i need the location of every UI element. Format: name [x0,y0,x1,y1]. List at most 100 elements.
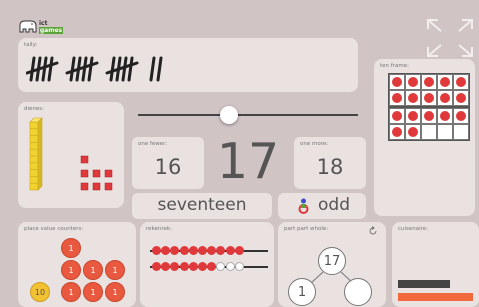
counter-dot [392,93,402,103]
ten-frame-cell [421,108,437,124]
rekenrek-bead[interactable] [170,262,180,271]
unit-cubes [80,155,113,191]
ten-frame-1 [388,73,470,107]
rekenrek-bead[interactable] [207,262,217,271]
rekenrek-bead[interactable] [179,262,189,271]
rekenrek-bead[interactable] [216,246,226,255]
fullscreen-icon[interactable] [425,17,475,59]
ten-frame-cell [453,90,469,106]
cuisenaire-rod-seven[interactable] [398,280,450,288]
counter-dot [456,77,466,87]
counter-dot [440,93,450,103]
ten-frame-cell [421,124,437,140]
rekenrek-bead[interactable] [234,262,244,271]
cuisenaire-label: cuisenaire: [398,226,429,232]
one-fewer-label: one fewer: [138,141,168,147]
counter-dot [424,77,434,87]
number-word: seventeen [157,195,247,215]
ten-frame-cell [421,74,437,90]
rekenrek-bead[interactable] [198,246,207,255]
one-more-panel: one more: 18 [294,137,366,189]
ten-frame-cell [437,90,453,106]
ones-counter[interactable]: 1 [83,260,103,280]
ones-counter[interactable]: 1 [61,238,81,258]
counter-dot [408,111,418,121]
number-word-panel: seventeen [132,193,272,219]
part-a-circle[interactable]: 1 [288,278,316,306]
rekenrek-bead[interactable] [161,246,171,255]
rekenrek-bead[interactable] [188,246,198,255]
odd-even-figure-icon [298,198,309,214]
one-fewer-value: 16 [154,155,182,179]
counter-dot [424,93,434,103]
whole-circle[interactable]: 17 [318,247,346,275]
ones-counter[interactable]: 1 [105,282,125,302]
tens-counter[interactable]: 10 [30,282,50,302]
elephant-logo-icon [19,20,37,33]
counter-dot [392,127,402,137]
rekenrek-bead[interactable] [225,262,235,271]
place-value-counters-panel: place value counters: 1 1 1 1 1 1 1 10 [18,222,136,307]
counter-dot [408,93,418,103]
ones-counter[interactable]: 1 [61,260,81,280]
ones-counter[interactable]: 1 [61,282,81,302]
rekenrek-bead[interactable] [161,262,171,271]
part-part-whole-panel: part part whole: 17 1 [278,222,386,307]
ten-frame-cell [453,108,469,124]
ten-rod [29,117,43,191]
counter-dot [408,77,418,87]
rekenrek-bead[interactable] [198,262,207,271]
counter-dot [456,93,466,103]
rekenrek-bead[interactable] [207,246,217,255]
current-number: 17 [216,133,280,190]
rekenrek-bead[interactable] [225,246,235,255]
rekenrek-label: rekenrek: [146,226,172,232]
rekenrek-bead[interactable] [152,246,161,255]
counter-dot [392,77,402,87]
ten-frame-cell [437,124,453,140]
dienes-panel: dienes: [18,102,124,208]
ten-frame-cell [437,74,453,90]
logo-text-top: ict [39,20,48,27]
ten-frame-cell [437,108,453,124]
rekenrek-bead[interactable] [152,262,161,271]
ictgames-logo[interactable]: ict games [18,20,64,34]
ten-frame-panel: ten frame: [374,59,475,216]
ten-frame-cell [405,90,421,106]
rekenrek-panel: rekenrek: [140,222,274,307]
cuisenaire-panel: cuisenaire: [392,222,479,307]
part-b-circle[interactable] [344,278,372,306]
ten-frame-cell [389,124,405,140]
ten-frame-cell [389,108,405,124]
rekenrek-bead[interactable] [216,262,226,271]
dienes-blocks [29,117,113,191]
ten-frame-cell [405,108,421,124]
counter-dot [440,111,450,121]
ten-frame-cell [405,74,421,90]
counter-dot [408,127,418,137]
logo-text-bottom: games [39,27,63,34]
ten-frame-cell [421,90,437,106]
counter-dot [440,77,450,87]
rekenrek-bead[interactable] [179,246,189,255]
ten-frame-cell [389,74,405,90]
one-more-label: one more: [300,141,329,147]
tally-label: tally: [24,42,38,48]
number-slider-thumb[interactable] [220,106,238,124]
ones-counter[interactable]: 1 [105,260,125,280]
counter-dot [424,111,434,121]
ten-frame-label: ten frame: [380,63,409,69]
cuisenaire-rod-ten[interactable] [398,293,473,301]
rekenrek-bead[interactable] [234,246,244,255]
ones-counter[interactable]: 1 [83,282,103,302]
counter-dot [456,111,466,121]
ten-frame-cell [453,74,469,90]
ten-frame-cell [405,124,421,140]
place-value-counters-label: place value counters: [24,226,84,232]
one-fewer-panel: one fewer: 16 [132,137,204,189]
ten-frame-cell [453,124,469,140]
rekenrek-bead[interactable] [170,246,180,255]
parity-text: odd [318,195,350,215]
number-slider-track[interactable] [138,114,358,116]
rekenrek-bead[interactable] [188,262,198,271]
